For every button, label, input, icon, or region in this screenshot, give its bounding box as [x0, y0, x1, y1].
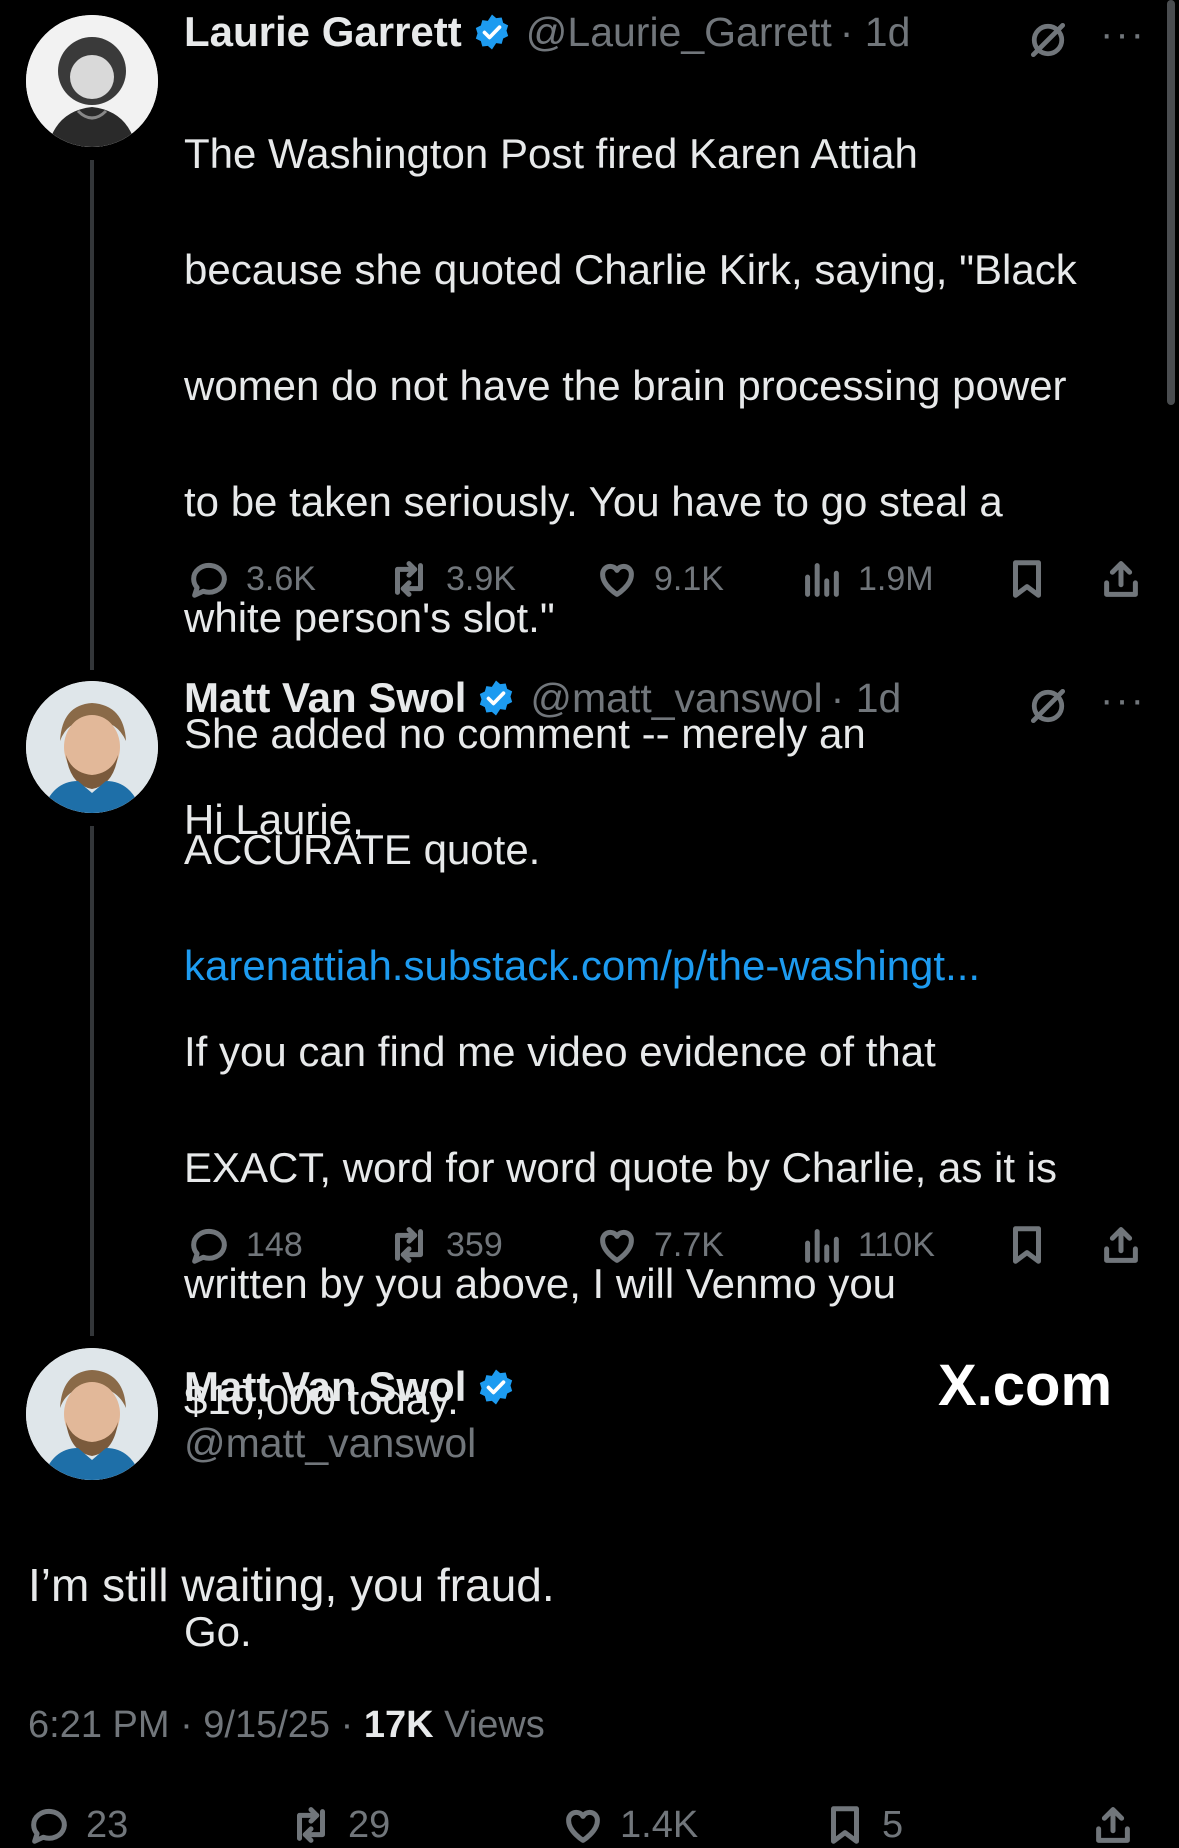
views-chart-icon: [805, 563, 839, 597]
avatar-matt-van-swol[interactable]: [26, 1348, 158, 1480]
share-button[interactable]: [1098, 1222, 1144, 1268]
tweet-time[interactable]: · 1d: [831, 675, 902, 722]
like-count: 9.1K: [654, 559, 724, 598]
reply-icon: [191, 562, 227, 598]
bookmark-button[interactable]: [1004, 1222, 1050, 1268]
tweet-text-line: [184, 907, 1144, 965]
verified-badge-icon: [475, 14, 508, 50]
tweet-text-line: [184, 1487, 1144, 1545]
reply-icon: [191, 1228, 227, 1264]
heart-icon: [566, 1809, 600, 1843]
grok-slash-icon: [1030, 22, 1066, 58]
repost-button[interactable]: 359: [386, 1222, 503, 1268]
grok-slash-icon: [1030, 688, 1066, 724]
grok-button[interactable]: [1026, 18, 1070, 67]
repost-icon: [395, 561, 423, 597]
tweet-timestamp-row: 6:21 PM · 9/15/25 · 17K Views: [28, 1704, 545, 1747]
repost-count: 3.9K: [446, 559, 516, 598]
author-handle[interactable]: @matt_vanswol: [530, 675, 822, 722]
views-count: 17K: [363, 1704, 434, 1746]
like-count: 1.4K: [620, 1803, 699, 1846]
heart-icon: [600, 1229, 634, 1263]
repost-button[interactable]: 3.9K: [386, 556, 516, 602]
thread-line: [90, 160, 94, 670]
tweet-text-line: women do not have the brain processing p…: [184, 362, 1067, 409]
more-options-button[interactable]: ···: [1100, 12, 1146, 57]
tweet-text-line: because she quoted Charlie Kirk, saying,…: [184, 246, 1077, 293]
bookmark-button[interactable]: [1004, 556, 1050, 602]
views-button[interactable]: 1.9M: [798, 556, 934, 602]
like-button[interactable]: 7.7K: [594, 1222, 724, 1268]
share-button[interactable]: [1090, 1802, 1136, 1848]
heart-icon: [600, 563, 634, 597]
profile-photo-woman-icon: [26, 15, 158, 147]
share-icon: [1104, 1227, 1138, 1263]
like-button[interactable]: 1.4K: [560, 1802, 698, 1848]
repost-icon: [297, 1807, 325, 1843]
more-options-button[interactable]: ···: [1100, 678, 1146, 723]
tweet-text-line: Hi Laurie,: [184, 796, 364, 843]
tweet-time[interactable]: · 1d: [840, 9, 911, 56]
author-handle[interactable]: @matt_vanswol: [184, 1420, 476, 1467]
view-count: 110K: [858, 1225, 935, 1264]
verified-badge-icon: [480, 680, 513, 716]
tweet-text-line: The Washington Post fired Karen Attiah: [184, 130, 918, 177]
tweet-text-line: EXACT, word for word quote by Charlie, a…: [184, 1144, 1058, 1191]
views-label: Views: [444, 1704, 545, 1746]
tweet-text-line: to be taken seriously. You have to go st…: [184, 478, 1003, 525]
tweet-text-line: If you can find me video evidence of tha…: [184, 1028, 936, 1075]
scrollbar[interactable]: [1167, 0, 1175, 405]
author-name[interactable]: Matt Van Swol: [184, 1363, 466, 1411]
bookmark-icon: [1013, 560, 1041, 598]
views-button[interactable]: 110K: [798, 1222, 935, 1268]
reply-button[interactable]: 148: [186, 1222, 303, 1268]
bookmark-icon: [1013, 1226, 1041, 1264]
reply-count: 3.6K: [246, 559, 316, 598]
bookmark-count: 5: [882, 1803, 904, 1846]
reply-icon: [31, 1808, 67, 1844]
author-handle[interactable]: @Laurie_Garrett: [526, 9, 832, 56]
share-button[interactable]: [1098, 556, 1144, 602]
profile-photo-man-icon: [26, 681, 158, 813]
avatar-matt-van-swol[interactable]: [26, 681, 158, 813]
tweet-timestamp[interactable]: 6:21 PM · 9/15/25 ·: [28, 1704, 364, 1746]
x-com-watermark: X.com: [938, 1353, 1113, 1418]
repost-count: 359: [446, 1225, 503, 1264]
thread-line: [90, 826, 94, 1336]
reply-count: 23: [86, 1803, 129, 1846]
like-button[interactable]: 9.1K: [594, 556, 724, 602]
view-count: 1.9M: [858, 559, 934, 598]
reply-count: 148: [246, 1225, 303, 1264]
bookmark-icon: [831, 1806, 859, 1844]
author-name[interactable]: Laurie Garrett: [184, 8, 462, 56]
views-chart-icon: [805, 1229, 839, 1263]
repost-button[interactable]: 29: [288, 1802, 390, 1848]
like-count: 7.7K: [654, 1225, 724, 1264]
verified-badge-icon: [480, 1369, 513, 1405]
avatar-laurie-garrett[interactable]: [26, 15, 158, 147]
profile-photo-man-icon: [26, 1348, 158, 1480]
repost-icon: [395, 1227, 423, 1263]
bookmark-button[interactable]: 5: [822, 1802, 903, 1848]
author-name[interactable]: Matt Van Swol: [184, 674, 466, 722]
reply-button[interactable]: 3.6K: [186, 556, 316, 602]
tweet-text: I’m still waiting, you fraud.: [28, 1559, 555, 1611]
repost-count: 29: [348, 1803, 391, 1846]
reply-button[interactable]: 23: [26, 1802, 128, 1848]
share-icon: [1096, 1807, 1130, 1843]
share-icon: [1104, 561, 1138, 597]
grok-button[interactable]: [1026, 684, 1070, 733]
